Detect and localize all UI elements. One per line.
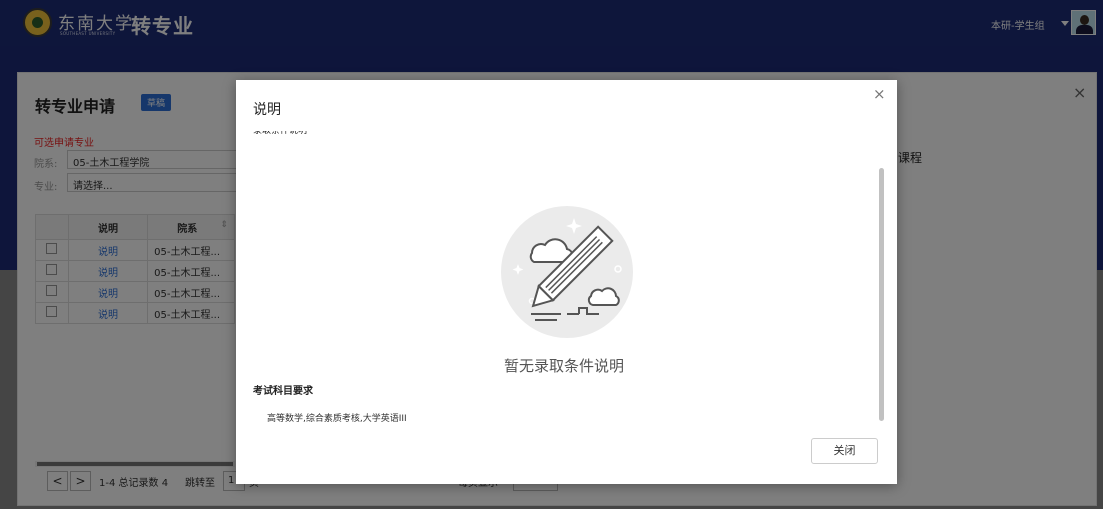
description-dialog: 说明 × 录取条件说明 暂无录取条件说明 考试科目要求 高等数学,综合素质考核,… — [236, 80, 897, 484]
empty-state-illustration — [501, 206, 633, 338]
pencil-cloud-icon — [512, 218, 622, 321]
dialog-title: 说明 — [253, 102, 281, 118]
dialog-scrollbar[interactable] — [879, 168, 884, 421]
exam-subjects-body: 高等数学,综合素质考核,大学英语III — [267, 414, 407, 424]
exam-subjects-heading: 考试科目要求 — [253, 386, 313, 397]
empty-state-text: 暂无录取条件说明 — [503, 357, 624, 375]
admission-conditions-heading: 录取条件说明 — [253, 131, 308, 136]
close-button[interactable]: 关闭 — [811, 438, 878, 464]
close-icon[interactable]: × — [873, 85, 886, 103]
